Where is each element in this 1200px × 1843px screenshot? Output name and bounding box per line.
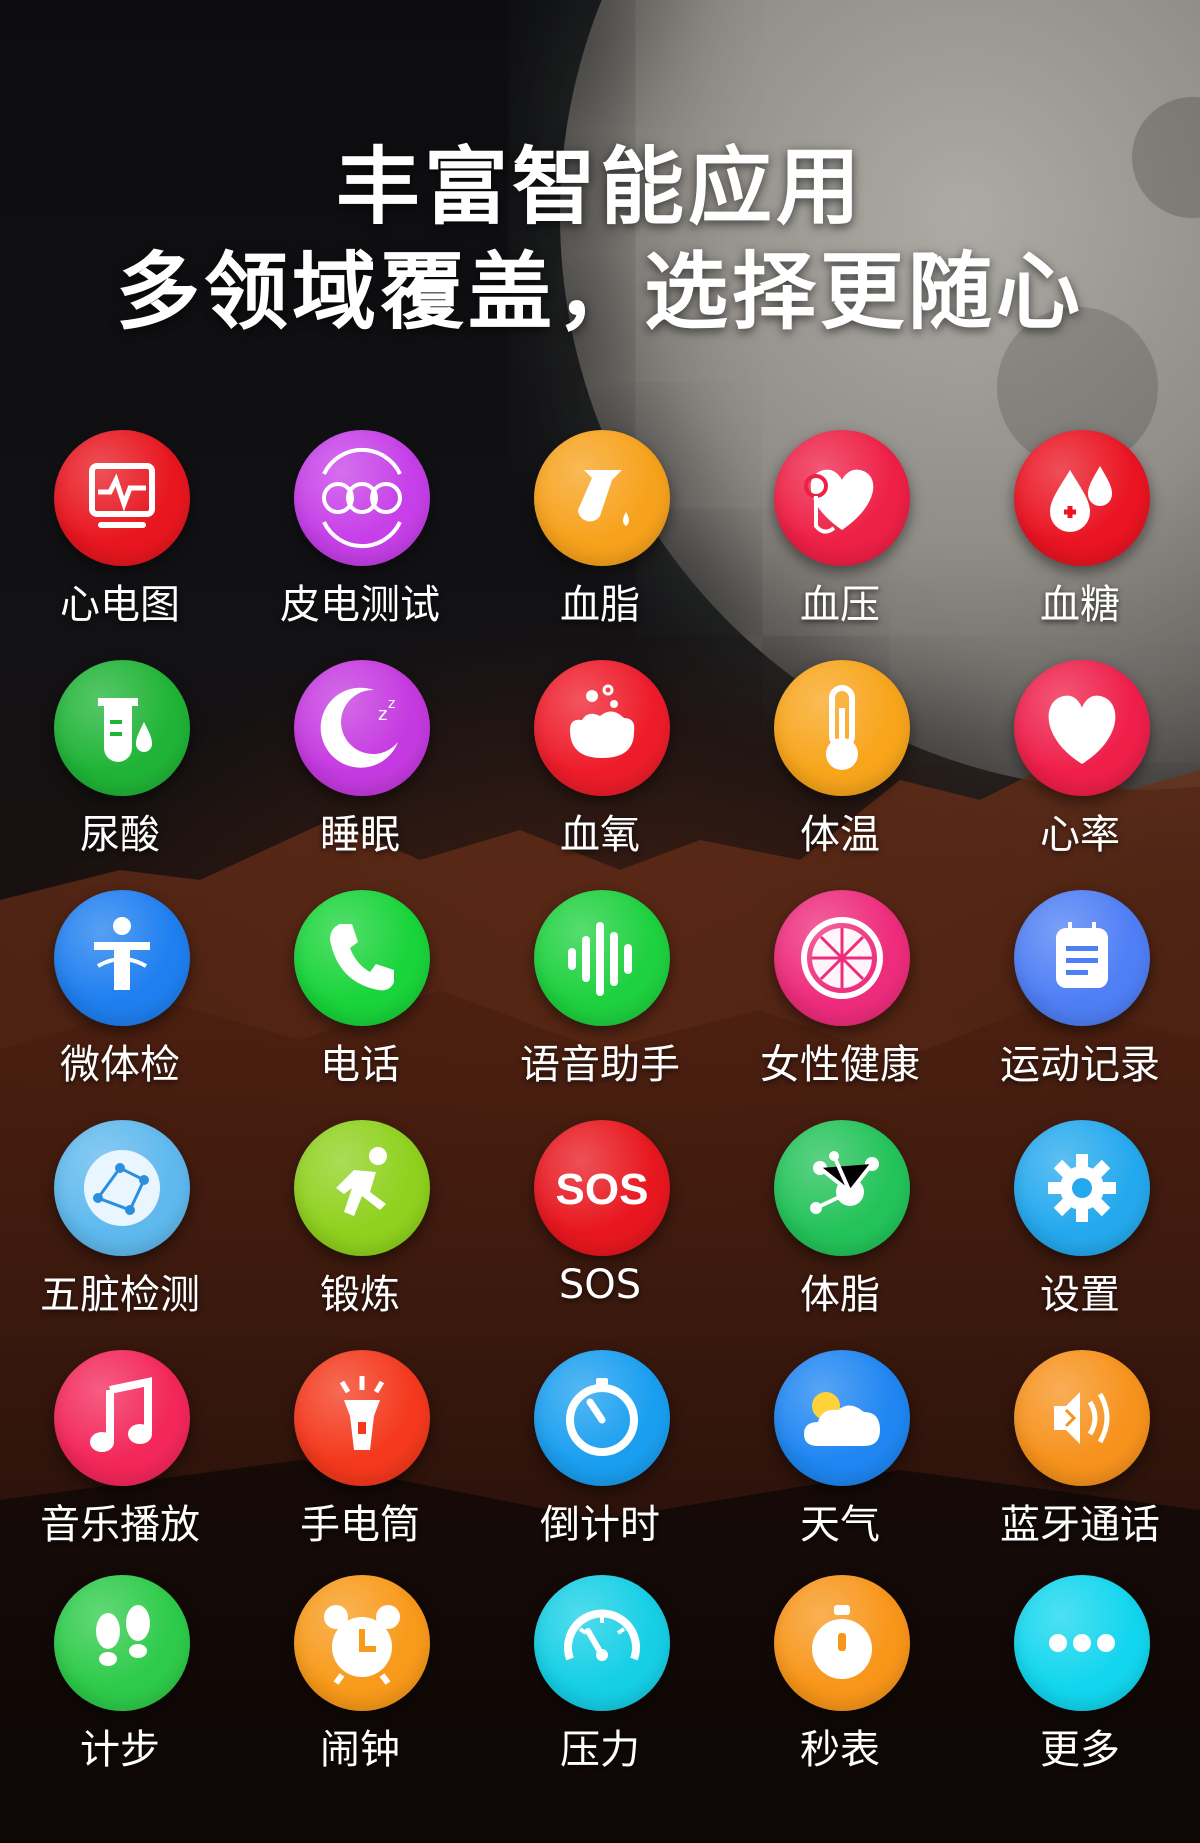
body-fat-icon[interactable] (774, 1120, 910, 1256)
bluetooth-call-icon[interactable] (1014, 1350, 1150, 1486)
app-tile[interactable]: 血糖 (960, 430, 1200, 650)
app-label: 电话 (320, 1042, 400, 1088)
sleep-icon[interactable]: zz (294, 660, 430, 796)
organ-check-icon[interactable] (54, 1120, 190, 1256)
app-label: 运动记录 (1000, 1042, 1160, 1088)
app-tile[interactable]: 闹钟 (240, 1575, 480, 1795)
stress-gauge-icon[interactable] (534, 1575, 670, 1711)
app-tile[interactable]: 蓝牙通话 (960, 1350, 1200, 1570)
more-icon[interactable] (1014, 1575, 1150, 1711)
app-tile[interactable]: 尿酸 (0, 660, 240, 880)
app-tile[interactable]: 体温 (720, 660, 960, 880)
app-tile[interactable]: 计步 (0, 1575, 240, 1795)
app-label: 更多 (1040, 1727, 1120, 1773)
uric-acid-icon[interactable] (54, 660, 190, 796)
app-label: 天气 (800, 1502, 880, 1548)
countdown-icon[interactable] (534, 1350, 670, 1486)
app-tile[interactable]: 五脏检测 (0, 1120, 240, 1340)
female-health-icon[interactable] (774, 890, 910, 1026)
app-tile[interactable]: 倒计时 (480, 1350, 720, 1570)
stopwatch-icon[interactable] (774, 1575, 910, 1711)
svg-text:z: z (388, 696, 395, 712)
app-label: 压力 (560, 1727, 640, 1773)
app-tile[interactable]: 语音助手 (480, 890, 720, 1110)
ecg-icon[interactable] (54, 430, 190, 566)
app-tile[interactable]: 更多 (960, 1575, 1200, 1795)
skin-conductance-icon[interactable] (294, 430, 430, 566)
blood-lipid-icon[interactable] (534, 430, 670, 566)
blood-oxygen-icon[interactable] (534, 660, 670, 796)
footsteps-icon[interactable] (54, 1575, 190, 1711)
app-label: 女性健康 (760, 1042, 920, 1088)
app-tile[interactable]: 心率 (960, 660, 1200, 880)
weather-icon[interactable] (774, 1350, 910, 1486)
app-tile[interactable]: 电话 (240, 890, 480, 1110)
app-label: SOS (558, 1262, 642, 1308)
app-label: 计步 (80, 1727, 160, 1773)
app-label: 闹钟 (320, 1727, 400, 1773)
app-label: 语音助手 (520, 1042, 680, 1088)
app-label: 秒表 (800, 1727, 880, 1773)
app-label: 体温 (800, 812, 880, 858)
app-tile[interactable]: SOS SOS (480, 1120, 720, 1340)
app-label: 倒计时 (540, 1502, 660, 1548)
app-label: 血脂 (560, 582, 640, 628)
app-tile[interactable]: 音乐播放 (0, 1350, 240, 1570)
app-tile[interactable]: 血压 (720, 430, 960, 650)
app-label: 设置 (1040, 1272, 1120, 1318)
app-label: 体脂 (800, 1272, 880, 1318)
svg-text:SOS: SOS (556, 1165, 649, 1214)
svg-text:z: z (378, 704, 387, 725)
app-tile[interactable]: 血氧 (480, 660, 720, 880)
heart-icon[interactable] (1014, 660, 1150, 796)
app-label: 尿酸 (80, 812, 160, 858)
blood-pressure-icon[interactable] (774, 430, 910, 566)
app-label: 血压 (800, 582, 880, 628)
exercise-record-icon[interactable] (1014, 890, 1150, 1026)
flashlight-icon[interactable] (294, 1350, 430, 1486)
app-tile[interactable]: z z 睡眠 (240, 660, 480, 880)
thermometer-icon[interactable] (774, 660, 910, 796)
app-label: 手电筒 (300, 1502, 420, 1548)
app-label: 蓝牙通话 (1000, 1502, 1160, 1548)
app-tile[interactable]: 锻炼 (240, 1120, 480, 1340)
app-label: 皮电测试 (280, 582, 440, 628)
music-icon[interactable] (54, 1350, 190, 1486)
app-label: 血糖 (1040, 582, 1120, 628)
running-icon[interactable] (294, 1120, 430, 1256)
headline-line2: 多领域覆盖，选择更随心 (115, 243, 1084, 341)
app-tile[interactable]: 女性健康 (720, 890, 960, 1110)
app-tile[interactable]: 血脂 (480, 430, 720, 650)
app-label: 心电图 (60, 582, 180, 628)
app-tile[interactable]: 运动记录 (960, 890, 1200, 1110)
blood-sugar-icon[interactable] (1014, 430, 1150, 566)
body-check-icon[interactable] (54, 890, 190, 1026)
app-label: 微体检 (60, 1042, 180, 1088)
voice-assistant-icon[interactable] (534, 890, 670, 1026)
app-label: 锻炼 (320, 1272, 400, 1318)
phone-icon[interactable] (294, 890, 430, 1026)
gear-icon[interactable] (1014, 1120, 1150, 1256)
app-tile[interactable]: 压力 (480, 1575, 720, 1795)
app-tile[interactable]: 设置 (960, 1120, 1200, 1340)
app-tile[interactable]: 秒表 (720, 1575, 960, 1795)
app-tile[interactable]: 天气 (720, 1350, 960, 1570)
app-tile[interactable]: 手电筒 (240, 1350, 480, 1570)
app-label: 音乐播放 (40, 1502, 200, 1548)
app-tile[interactable]: 微体检 (0, 890, 240, 1110)
app-label: 心率 (1040, 812, 1120, 858)
app-label: 睡眠 (320, 812, 400, 858)
headline-line1: 丰富智能应用 (335, 138, 864, 236)
alarm-clock-icon[interactable] (294, 1575, 430, 1711)
app-label: 五脏检测 (40, 1272, 200, 1318)
app-tile[interactable]: 心电图 (0, 430, 240, 650)
app-tile[interactable]: 皮电测试 (240, 430, 480, 650)
app-label: 血氧 (560, 812, 640, 858)
sos-icon[interactable]: SOS (534, 1120, 670, 1256)
app-tile[interactable]: 体脂 (720, 1120, 960, 1340)
